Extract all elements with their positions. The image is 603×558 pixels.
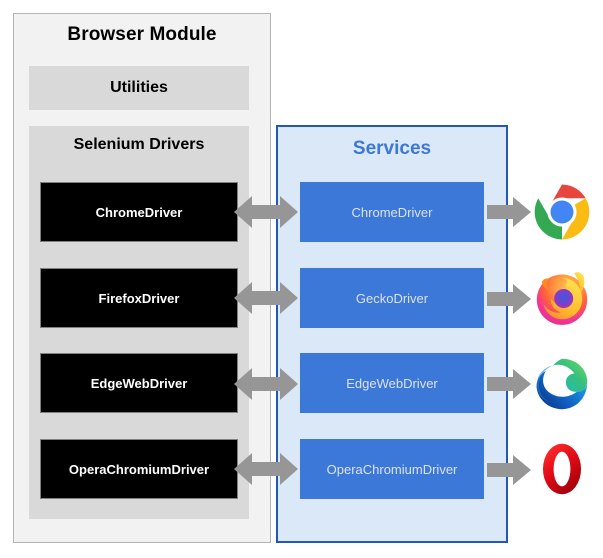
driver-box-chromedriver: ChromeDriver	[40, 182, 238, 242]
driver-box-operachromiumdriver: OperaChromiumDriver	[40, 439, 238, 499]
driver-box-firefoxdriver: FirefoxDriver	[40, 268, 238, 328]
right-arrow-icon	[487, 368, 531, 400]
driver-box-label: EdgeWebDriver	[90, 375, 188, 391]
bidirectional-arrow-icon	[234, 278, 298, 318]
chrome-logo-icon	[534, 184, 590, 240]
bidirectional-arrow-icon	[234, 192, 298, 232]
service-box-geckodriver: GeckoDriver	[300, 268, 484, 328]
utilities-label: Utilities	[110, 79, 168, 96]
driver-box-edgewebdriver: EdgeWebDriver	[40, 353, 238, 413]
driver-box-label: FirefoxDriver	[98, 290, 180, 306]
bidirectional-arrow-icon	[234, 449, 298, 489]
opera-logo-icon	[534, 441, 590, 497]
right-arrow-icon	[487, 454, 531, 486]
firefox-logo-icon	[534, 270, 590, 326]
right-arrow-icon	[487, 283, 531, 315]
edge-logo-icon	[534, 356, 590, 412]
service-box-chromedriver: ChromeDriver	[300, 182, 484, 242]
utilities-box: Utilities	[29, 66, 249, 110]
service-box-label: OperaChromiumDriver	[326, 461, 458, 477]
service-box-label: EdgeWebDriver	[346, 375, 438, 391]
driver-box-label: OperaChromiumDriver	[68, 461, 210, 477]
right-arrow-icon	[487, 196, 531, 228]
selenium-drivers-title: Selenium Drivers	[73, 136, 205, 153]
bidirectional-arrow-icon	[234, 364, 298, 404]
service-box-operachromiumdriver: OperaChromiumDriver	[300, 439, 484, 499]
service-box-label: GeckoDriver	[355, 290, 429, 306]
service-box-edgewebdriver: EdgeWebDriver	[300, 353, 484, 413]
driver-box-label: ChromeDriver	[95, 204, 183, 220]
browser-module-title: Browser Module	[67, 24, 217, 45]
service-box-label: ChromeDriver	[351, 204, 433, 220]
services-title: Services	[352, 138, 432, 159]
